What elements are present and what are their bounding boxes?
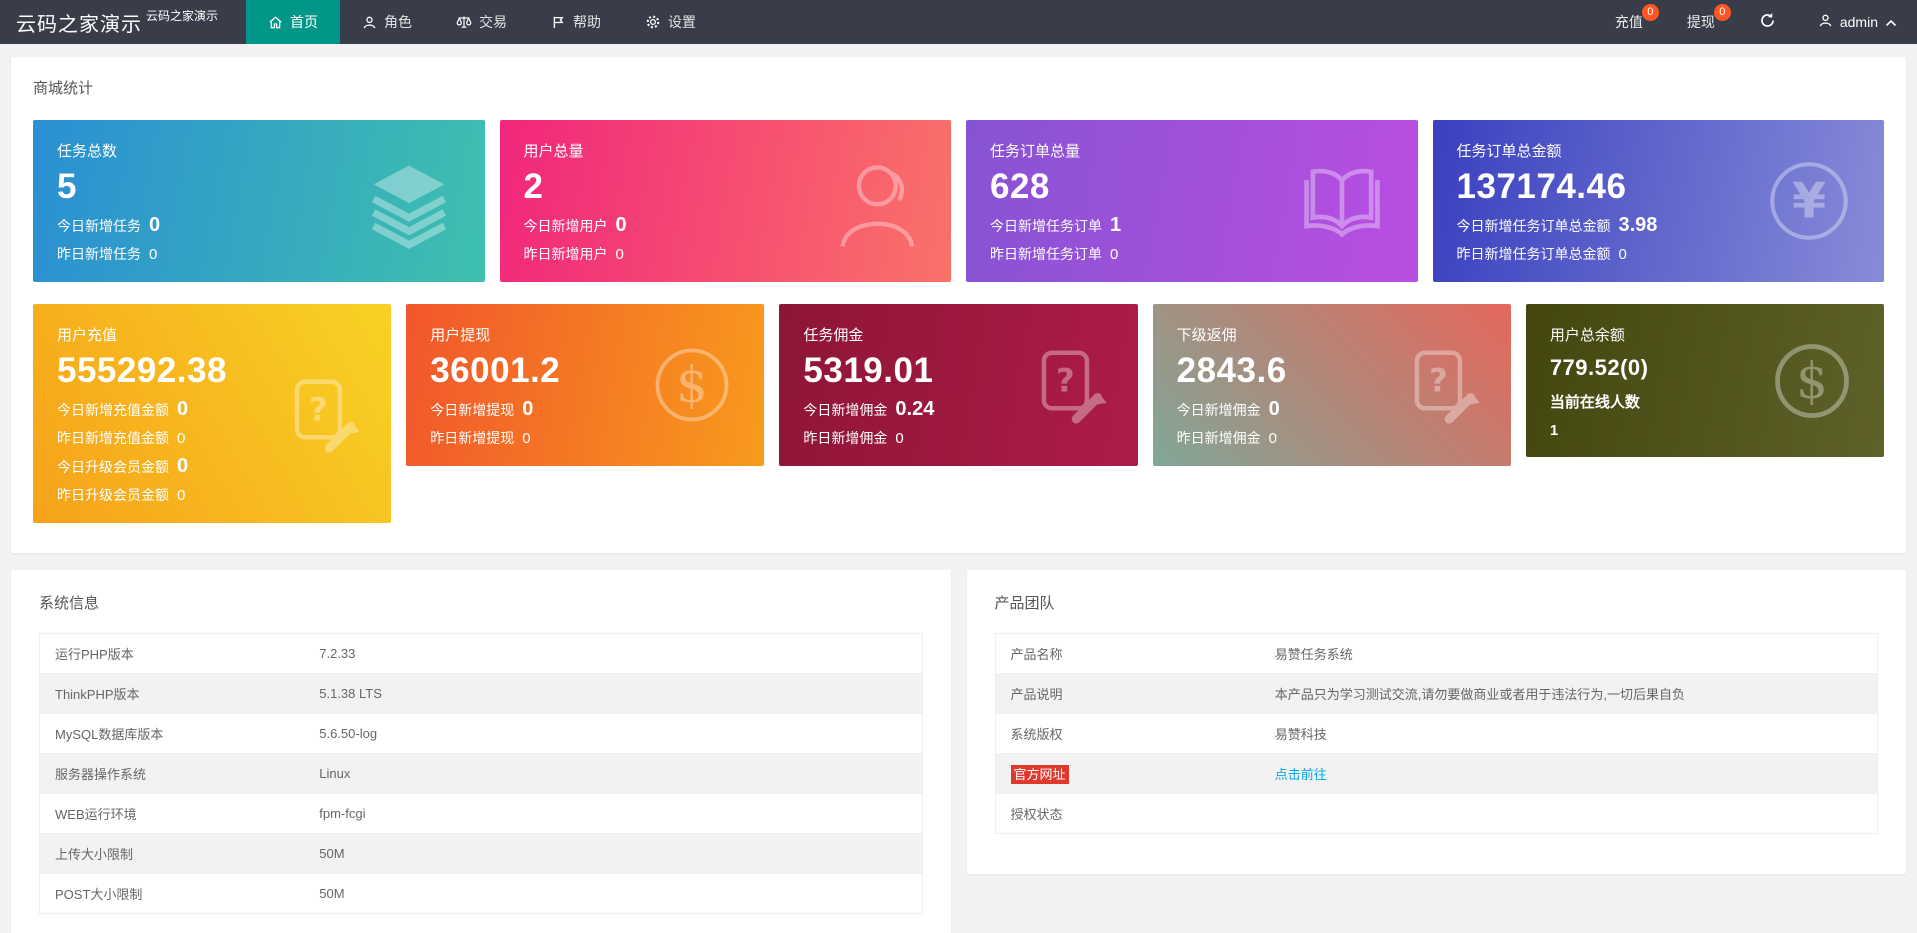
layers-icon (359, 151, 459, 251)
stat-card-task-total: 任务总数 5 今日新增任务0 昨日新增任务0 (33, 120, 485, 282)
table-row: MySQL数据库版本5.6.50-log (40, 714, 923, 754)
table-row: WEB运行环境fpm-fcgi (40, 794, 923, 834)
user-icon (1818, 13, 1833, 31)
doc-question-icon: ? (1399, 342, 1485, 428)
withdraw-button[interactable]: 提现 0 (1665, 0, 1737, 44)
stat-card-user-recharge: 用户充值 555292.38 今日新增充值金额0 昨日新增充值金额0 今日升级会… (33, 304, 391, 523)
stats-row-2: 用户充值 555292.38 今日新增充值金额0 昨日新增充值金额0 今日升级会… (33, 304, 1884, 523)
table-row: 上传大小限制50M (40, 834, 923, 874)
product-team-panel: 产品团队 产品名称易赞任务系统 产品说明本产品只为学习测试交流,请勿要做商业或者… (967, 570, 1907, 874)
dollar-circle-icon: $ (1766, 335, 1858, 427)
table-row: ThinkPHP版本5.1.38 LTS (40, 674, 923, 714)
menu-item-help[interactable]: 帮助 (529, 0, 623, 44)
table-row: 产品说明本产品只为学习测试交流,请勿要做商业或者用于违法行为,一切后果自负 (995, 674, 1878, 714)
recharge-button[interactable]: 充值 0 (1593, 0, 1665, 44)
logo-text: 云码之家演示 (16, 8, 142, 37)
recharge-badge: 0 (1642, 4, 1659, 21)
official-site-link[interactable]: 点击前往 (1275, 767, 1327, 782)
doc-question-icon: ? (1026, 342, 1112, 428)
stat-card-sub-commission: 下级返佣 2843.6 今日新增佣金0 昨日新增佣金0 ? (1153, 304, 1511, 466)
stats-panel-title: 商城统计 (33, 77, 1884, 98)
chevron-up-icon (1885, 14, 1897, 30)
table-row: 运行PHP版本7.2.33 (40, 634, 923, 674)
home-icon (268, 15, 283, 30)
svg-text:?: ? (1056, 361, 1075, 399)
mall-stats-panel: 商城统计 任务总数 5 今日新增任务0 昨日新增任务0 用户总量 2 今日新增用… (11, 57, 1906, 553)
scales-icon (456, 14, 472, 30)
stat-card-order-amount: 任务订单总金额 137174.46 今日新增任务订单总金额3.98 昨日新增任务… (1433, 120, 1885, 282)
table-row: 系统版权易赞科技 (995, 714, 1878, 754)
bottom-panels: 系统信息 运行PHP版本7.2.33 ThinkPHP版本5.1.38 LTS … (11, 570, 1906, 933)
menu-item-trade[interactable]: 交易 (434, 0, 529, 44)
official-site-label: 官方网址 (1011, 765, 1069, 784)
navbar-right: 充值 0 提现 0 admin (1593, 0, 1917, 44)
system-info-panel: 系统信息 运行PHP版本7.2.33 ThinkPHP版本5.1.38 LTS … (11, 570, 951, 933)
card-title: 用户充值 (57, 324, 367, 345)
yen-circle-icon: ¥ (1760, 152, 1858, 250)
book-icon (1292, 151, 1392, 251)
person-icon (821, 149, 925, 253)
menu-item-label: 角色 (384, 12, 412, 32)
menu-item-label: 首页 (290, 12, 318, 32)
menu-item-label: 设置 (668, 12, 696, 32)
username: admin (1840, 14, 1878, 30)
top-navbar: 云码之家演示 云码之家演示 首页 角色 交易 帮助 (0, 0, 1917, 44)
withdraw-badge: 0 (1714, 4, 1731, 21)
menu-item-label: 交易 (479, 12, 507, 32)
user-menu[interactable]: admin (1798, 0, 1917, 44)
table-row: 授权状态 (995, 794, 1878, 834)
table-row: POST大小限制50M (40, 874, 923, 914)
stat-card-user-balance: 用户总余额 779.52(0) 当前在线人数 1 $ (1526, 304, 1884, 457)
product-team-title: 产品团队 (995, 592, 1879, 613)
dollar-circle-icon: $ (646, 339, 738, 431)
svg-text:$: $ (677, 356, 709, 414)
main-menu: 首页 角色 交易 帮助 设置 (246, 0, 718, 44)
doc-question-icon: ? (279, 371, 365, 457)
svg-text:$: $ (1796, 352, 1828, 410)
flag-icon (551, 15, 566, 30)
svg-text:?: ? (309, 390, 328, 428)
system-info-table: 运行PHP版本7.2.33 ThinkPHP版本5.1.38 LTS MySQL… (39, 633, 923, 914)
app-logo[interactable]: 云码之家演示 云码之家演示 (0, 0, 232, 44)
svg-text:?: ? (1429, 361, 1448, 399)
svg-text:¥: ¥ (1792, 172, 1826, 229)
menu-item-role[interactable]: 角色 (340, 0, 434, 44)
product-team-table: 产品名称易赞任务系统 产品说明本产品只为学习测试交流,请勿要做商业或者用于违法行… (995, 633, 1879, 834)
gear-icon (645, 14, 661, 30)
menu-item-label: 帮助 (573, 12, 601, 32)
stat-card-user-withdraw: 用户提现 36001.2 今日新增提现0 昨日新增提现0 $ (406, 304, 764, 466)
table-row: 产品名称易赞任务系统 (995, 634, 1878, 674)
stat-card-user-total: 用户总量 2 今日新增用户0 昨日新增用户0 (500, 120, 952, 282)
menu-item-home[interactable]: 首页 (246, 0, 340, 44)
table-row: 官方网址 点击前往 (995, 754, 1878, 794)
table-row: 服务器操作系统Linux (40, 754, 923, 794)
menu-item-settings[interactable]: 设置 (623, 0, 718, 44)
stat-card-task-commission: 任务佣金 5319.01 今日新增佣金0.24 昨日新增佣金0 ? (779, 304, 1137, 466)
stats-row-1: 任务总数 5 今日新增任务0 昨日新增任务0 用户总量 2 今日新增用户0 昨日… (33, 120, 1884, 282)
system-info-title: 系统信息 (39, 592, 923, 613)
user-icon (362, 15, 377, 30)
refresh-icon (1759, 12, 1776, 32)
stat-card-order-total: 任务订单总量 628 今日新增任务订单1 昨日新增任务订单0 (966, 120, 1418, 282)
refresh-button[interactable] (1737, 0, 1798, 44)
logo-subtext: 云码之家演示 (146, 7, 218, 24)
